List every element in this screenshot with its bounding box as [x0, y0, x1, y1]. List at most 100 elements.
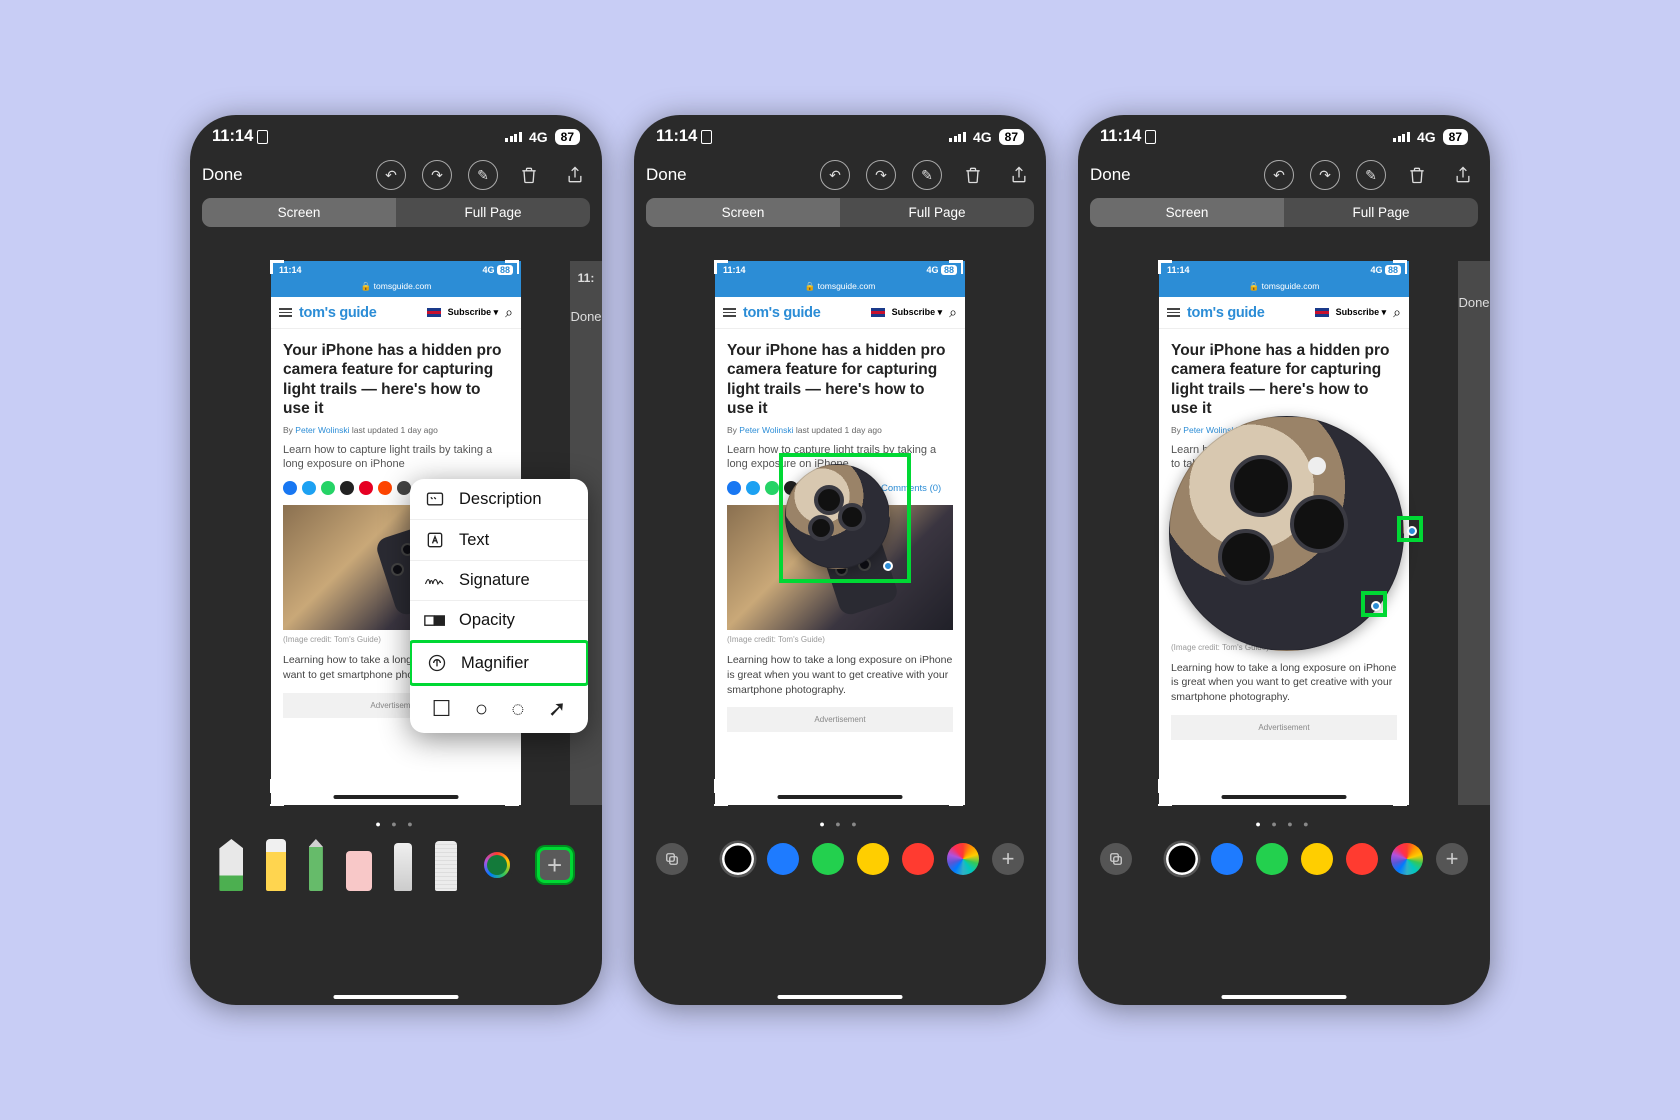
redo-button[interactable]: ↷ — [1310, 160, 1340, 190]
markup-pen-button[interactable]: ✎ — [1356, 160, 1386, 190]
tab-fullpage[interactable]: Full Page — [1284, 198, 1478, 227]
screenshot-canvas[interactable]: 11: Done 11:14 4G 88 🔒 tomsguide.com tom… — [200, 261, 592, 805]
undo-button[interactable]: ↶ — [1264, 160, 1294, 190]
status-bar: 11:14 4G87 — [1078, 115, 1490, 152]
email-icon[interactable] — [397, 481, 411, 495]
popup-item-signature[interactable]: Signature — [410, 561, 588, 601]
popup-item-text[interactable]: Text — [410, 520, 588, 561]
trash-button[interactable] — [958, 160, 988, 190]
screenshot-canvas[interactable]: Done 11:144G 88 🔒 tomsguide.com tom's gu… — [1088, 261, 1480, 805]
redo-button[interactable]: ↷ — [866, 160, 896, 190]
color-black[interactable] — [722, 843, 754, 875]
add-button[interactable]: + — [1436, 843, 1468, 875]
share-button[interactable] — [1448, 160, 1478, 190]
color-yellow[interactable] — [857, 843, 889, 875]
duplicate-button[interactable] — [656, 843, 688, 875]
color-custom[interactable] — [1391, 843, 1423, 875]
view-mode-segment[interactable]: Screen Full Page — [646, 198, 1034, 227]
home-indicator — [778, 795, 903, 800]
home-indicator[interactable] — [778, 995, 903, 1000]
color-green[interactable] — [812, 843, 844, 875]
search-icon[interactable]: ⌕ — [1393, 304, 1401, 321]
magnifier-resize-handle[interactable] — [883, 561, 893, 571]
magnifier-icon — [426, 653, 448, 673]
color-blue[interactable] — [1211, 843, 1243, 875]
color-custom[interactable] — [947, 843, 979, 875]
editor-toolbar: Done ↶ ↷ ✎ — [1078, 152, 1490, 198]
popup-item-opacity[interactable]: Opacity — [410, 601, 588, 641]
color-picker[interactable] — [480, 848, 514, 882]
pen-tool[interactable] — [219, 839, 243, 891]
tab-screen[interactable]: Screen — [646, 198, 840, 227]
highlighter-tool[interactable] — [266, 839, 286, 891]
undo-button[interactable]: ↶ — [376, 160, 406, 190]
site-logo[interactable]: tom's guide — [299, 305, 376, 321]
tab-screen[interactable]: Screen — [1090, 198, 1284, 227]
markup-pen-button[interactable]: ✎ — [912, 160, 942, 190]
subscribe-link[interactable]: Subscribe ▾ — [448, 307, 499, 318]
flag-icon — [1315, 308, 1329, 317]
lasso-tool[interactable] — [394, 843, 412, 891]
color-green[interactable] — [1256, 843, 1288, 875]
share-button[interactable] — [560, 160, 590, 190]
done-button[interactable]: Done — [646, 165, 804, 185]
signal-icon — [949, 132, 966, 142]
home-indicator[interactable] — [334, 995, 459, 1000]
done-button[interactable]: Done — [202, 165, 360, 185]
hamburger-icon[interactable] — [1167, 308, 1180, 317]
status-bar: 11:14 4G 87 — [190, 115, 602, 152]
trash-button[interactable] — [1402, 160, 1432, 190]
markup-tool-tray: + — [190, 839, 602, 911]
signal-icon — [505, 132, 522, 142]
facebook-icon[interactable] — [283, 481, 297, 495]
network-label: 4G — [529, 129, 548, 145]
redo-button[interactable]: ↷ — [422, 160, 452, 190]
add-button[interactable]: + — [992, 843, 1024, 875]
twitter-icon[interactable] — [302, 481, 316, 495]
search-icon[interactable]: ⌕ — [949, 304, 957, 321]
view-mode-segment[interactable]: Screen Full Page — [1090, 198, 1478, 227]
view-mode-segment[interactable]: Screen Full Page — [202, 198, 590, 227]
undo-button[interactable]: ↶ — [820, 160, 850, 190]
captured-screenshot[interactable]: 11:144G 88 🔒 tomsguide.com tom's guide S… — [1159, 261, 1409, 805]
circle-shape-icon[interactable]: ○ — [475, 696, 488, 722]
color-red[interactable] — [1346, 843, 1378, 875]
speech-bubble-icon[interactable]: ◌ — [511, 696, 524, 722]
tab-screen[interactable]: Screen — [202, 198, 396, 227]
pencil-tool[interactable] — [309, 839, 323, 891]
color-yellow[interactable] — [1301, 843, 1333, 875]
arrow-shape-icon[interactable]: ➚ — [548, 696, 566, 722]
color-red[interactable] — [902, 843, 934, 875]
whatsapp-icon[interactable] — [321, 481, 335, 495]
captured-screenshot[interactable]: 11:144G 88 🔒 tomsguide.com tom's guide S… — [715, 261, 965, 805]
color-blue[interactable] — [767, 843, 799, 875]
text-icon — [424, 530, 446, 550]
home-indicator[interactable] — [1222, 995, 1347, 1000]
hamburger-icon[interactable] — [723, 308, 736, 317]
eraser-tool[interactable] — [346, 851, 372, 891]
share-button[interactable] — [1004, 160, 1034, 190]
share-generic-icon[interactable] — [340, 481, 354, 495]
magnifier-resize-handle[interactable] — [1371, 601, 1381, 611]
magnifier-zoom-handle[interactable] — [1407, 526, 1417, 536]
search-icon[interactable]: ⌕ — [505, 304, 513, 321]
color-black[interactable] — [1166, 843, 1198, 875]
tab-fullpage[interactable]: Full Page — [840, 198, 1034, 227]
flipboard-icon[interactable] — [378, 481, 392, 495]
square-shape-icon[interactable]: ☐ — [432, 696, 452, 722]
popup-item-magnifier[interactable]: Magnifier — [410, 640, 588, 686]
trash-button[interactable] — [514, 160, 544, 190]
done-button[interactable]: Done — [1090, 165, 1248, 185]
phone-screenshot-3: 11:14 4G87 Done ↶ ↷ ✎ Screen Full Page D… — [1078, 115, 1490, 1005]
pinterest-icon[interactable] — [359, 481, 373, 495]
ruler-tool[interactable] — [435, 841, 457, 891]
signature-icon — [424, 573, 446, 589]
popup-item-description[interactable]: Description — [410, 479, 588, 520]
markup-add-popup: Description Text Signature Opacity Magni… — [410, 479, 588, 733]
add-markup-button[interactable]: + — [537, 847, 573, 883]
screenshot-canvas[interactable]: 11:144G 88 🔒 tomsguide.com tom's guide S… — [644, 261, 1036, 805]
duplicate-button[interactable] — [1100, 843, 1132, 875]
markup-pen-button[interactable]: ✎ — [468, 160, 498, 190]
tab-fullpage[interactable]: Full Page — [396, 198, 590, 227]
hamburger-icon[interactable] — [279, 308, 292, 317]
